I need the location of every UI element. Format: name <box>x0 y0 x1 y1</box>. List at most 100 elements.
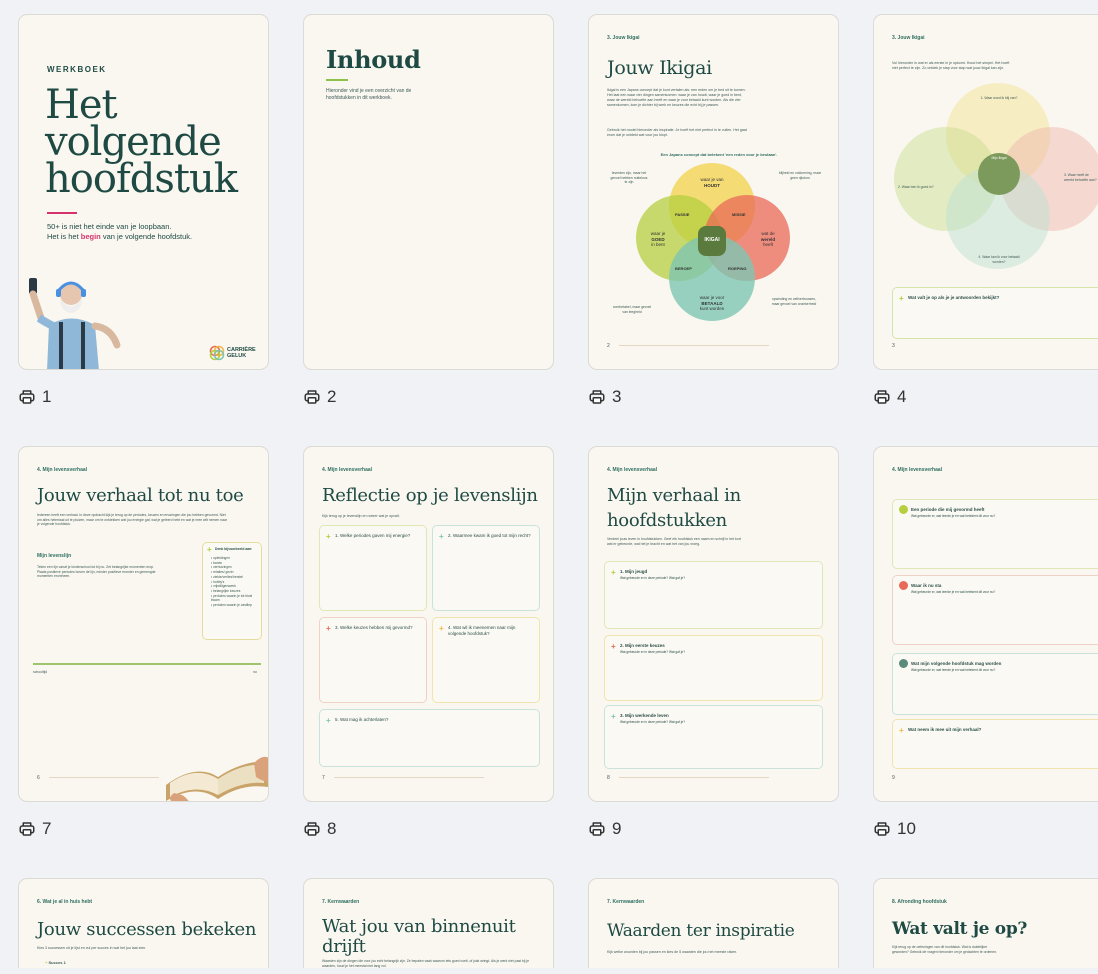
reflection-box-2[interactable]: Waar ik nu sta Wat gebeurde er, wat leerd… <box>892 575 1098 645</box>
intro-text: Kies 3 successen uit je lijst en vul per… <box>37 946 147 950</box>
page-title: Jouw Ikigai <box>607 57 712 79</box>
question-box-5[interactable]: +5. Wat mag ik achterlaten? <box>319 709 540 767</box>
chapter-box-3[interactable]: +3. Mijn werkende leven Wat gebeurde er i… <box>604 705 823 769</box>
section-label: 4. Mijn levensverhaal <box>322 467 373 473</box>
page-footer-number: 2 <box>607 343 610 349</box>
page-number: 3 <box>612 387 622 406</box>
label-missie: MISSIE <box>732 212 746 217</box>
printer-icon[interactable] <box>18 388 36 406</box>
label-passie: PASSIE <box>675 212 690 217</box>
printer-icon[interactable] <box>873 388 891 406</box>
page-preview[interactable]: 3. Jouw Ikigai Jouw Ikigai Ikigai is een… <box>588 14 839 370</box>
page-preview[interactable]: 4. Mijn levensverhaal Een periode die mi… <box>873 446 1098 802</box>
printer-icon[interactable] <box>873 820 891 838</box>
page-preview[interactable]: 4. Mijn levensverhaal Reflectie op je le… <box>303 446 554 802</box>
center-label: IKIGAI <box>704 237 720 243</box>
question-box-1[interactable]: +1. Welke periodes gaven mij energie? <box>319 525 427 611</box>
reflection-box-3[interactable]: Wat mijn volgende hoofdstuk mag worden Wa… <box>892 653 1098 715</box>
page-title: Waarden ter inspiratie <box>607 921 795 941</box>
label-paid: waar je voor BETAALD kunt worden <box>699 295 725 311</box>
printer-icon[interactable] <box>588 388 606 406</box>
page-caption: 2 <box>303 387 336 407</box>
page-title: Wat valt je op? <box>892 919 1028 939</box>
label-werkboek: WERKBOEK <box>47 65 107 74</box>
page-title: Jouw successen bekeken <box>37 919 257 940</box>
question-2: 2. Waar ben ik goed in? <box>898 185 934 189</box>
question-box-4[interactable]: +4. Wat wil ik meenemen naar mijn volgen… <box>432 617 540 703</box>
page-number: 9 <box>612 819 622 838</box>
page-preview[interactable]: 3. Jouw Ikigai Vul hieronder in wat er a… <box>873 14 1098 370</box>
page-number: 2 <box>327 387 337 406</box>
question-3: 3. Waar heeft de wereld behoefte aan? <box>1064 173 1097 182</box>
body-paragraph-2: Gebruik het model hieronder als inspirat… <box>607 128 747 137</box>
intro-text: Iedereen heeft een verhaal. In deze opdr… <box>37 513 227 527</box>
page-preview[interactable]: 7. Kernwaarden Wat jou van binnenuit dri… <box>303 878 554 968</box>
page-footer-number: 6 <box>37 775 40 781</box>
page-title: Inhoud <box>326 45 421 74</box>
page-number: 8 <box>327 819 337 838</box>
page-caption: 8 <box>303 819 336 839</box>
reflection-box-4[interactable]: + Wat neem ik mee uit mijn verhaal? <box>892 719 1098 769</box>
page-number: 10 <box>897 819 916 838</box>
question-1: 1. Waar word ik blij van? <box>980 96 1018 100</box>
label-good: waar je GOED in bent <box>650 231 666 247</box>
question-box-2[interactable]: +2. Waarmee kwam ik goed tot mijn recht? <box>432 525 540 611</box>
page-caption: 3 <box>588 387 621 407</box>
page-preview[interactable]: 4. Mijn levensverhaal Jouw verhaal tot n… <box>18 446 269 802</box>
subtitle-line-2: Het is het begin van je volgende hoofdst… <box>47 232 193 241</box>
intro-text: Hieronder vind je een overzicht van de h… <box>326 88 412 101</box>
page-caption: 1 <box>18 387 51 407</box>
open-book-photo <box>166 756 268 801</box>
page-preview[interactable]: 4. Mijn levensverhaal Mijn verhaal in ho… <box>588 446 839 802</box>
page-footer-number: 9 <box>892 775 895 781</box>
title-underline <box>326 79 348 81</box>
page-preview[interactable]: WERKBOEK Het volgende hoofdstuk 50+ is n… <box>18 14 269 370</box>
section-label: 4. Mijn levensverhaal <box>892 467 943 473</box>
label-love: waar je van HOUDT <box>700 177 724 188</box>
printer-icon[interactable] <box>588 820 606 838</box>
page-caption: 9 <box>588 819 621 839</box>
section-label: 4. Mijn levensverhaal <box>37 467 88 473</box>
footer-line <box>49 777 159 778</box>
page-preview[interactable]: 7. Kernwaarden Waarden ter inspiratie Ki… <box>588 878 839 968</box>
page-number: 4 <box>897 387 907 406</box>
reflection-box-1[interactable]: Een periode die mij gevormd heeft Wat geb… <box>892 499 1098 569</box>
axis-right-label: nu <box>253 670 257 674</box>
man-with-headphones-photo <box>29 278 121 369</box>
page-title: Wat jou van binnenuit drijft <box>322 916 516 957</box>
section-label: 7. Kernwaarden <box>607 899 645 905</box>
section-label: 8. Afronding hoofdstuk <box>892 899 947 905</box>
intro-text: Verdeel jouw leven in hoofdstukken. Geef… <box>607 537 741 546</box>
intro-text: Waarden zijn de dingen die voor jou echt… <box>322 959 530 968</box>
logo-text: CARRIÈRE GELUK <box>227 347 256 359</box>
section-label: 6. Wat je al in huis hebt <box>37 899 93 905</box>
page-preview[interactable]: Inhoud Hieronder vind je een overzicht v… <box>303 14 554 370</box>
page-number: 1 <box>42 387 52 406</box>
carriere-geluk-logo-icon <box>209 345 225 361</box>
intro-text: Kijk welke woorden bij jou passen en kie… <box>607 950 738 954</box>
question-box-3[interactable]: +3. Welke keuzes hebben mij gevormd? <box>319 617 427 703</box>
answer-box[interactable]: + Wat valt je op als je je antwoorden be… <box>892 287 1098 339</box>
page-footer-number: 7 <box>322 775 325 781</box>
intro-text: Kijk terug op de oefeningen van dit hoof… <box>892 945 997 954</box>
page-caption: 10 <box>873 819 916 839</box>
footer-line <box>619 777 769 778</box>
page-preview[interactable]: 8. Afronding hoofdstuk Wat valt je op? K… <box>873 878 1098 968</box>
cover-title: Het volgende hoofdstuk <box>45 82 238 202</box>
printer-icon[interactable] <box>303 820 321 838</box>
page-preview[interactable]: 6. Wat je al in huis hebt Jouw successen… <box>18 878 269 968</box>
footer-line <box>619 345 769 346</box>
axis-left-label: schooltijd <box>33 670 48 674</box>
page-title: Jouw verhaal tot nu toe <box>37 485 244 506</box>
chapter-box-1[interactable]: +1. Mijn jeugd Wat gebeurde er in deze pe… <box>604 561 823 629</box>
section-label: 7. Kernwaarden <box>322 899 360 905</box>
answer-prompt: Wat valt je op als je je antwoorden beki… <box>908 295 1000 300</box>
printer-icon[interactable] <box>18 820 36 838</box>
section-label: 4. Mijn levensverhaal <box>607 467 658 473</box>
chapter-box-2[interactable]: +2. Mijn eerste keuzes Wat gebeurde er in… <box>604 635 823 701</box>
printer-icon[interactable] <box>303 388 321 406</box>
section-label: 3. Jouw Ikigai <box>607 35 640 41</box>
label-world: wat de wereld heeft <box>760 231 776 247</box>
success-item: + Succes 1 <box>45 960 66 965</box>
note-bottom-left: comfortabel, maar gevoel van leegheid <box>612 305 652 314</box>
